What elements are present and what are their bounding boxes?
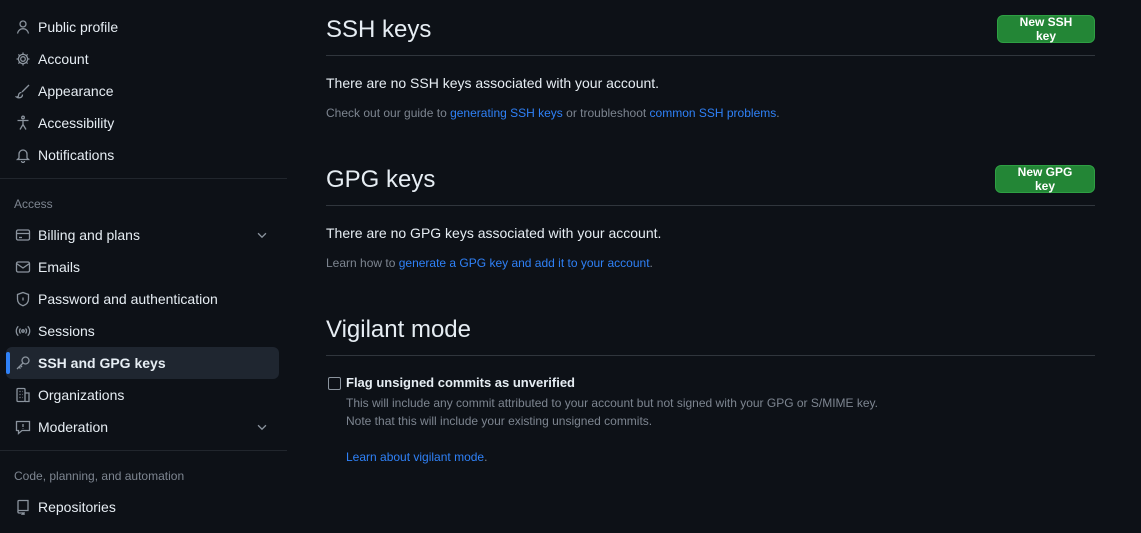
gpg-hint-prefix: Learn how to bbox=[326, 256, 399, 270]
vigilant-mode-title: Vigilant mode bbox=[326, 316, 471, 343]
sidebar-item-sessions[interactable]: Sessions bbox=[6, 315, 279, 347]
sidebar-item-label: Repositories bbox=[38, 499, 116, 515]
sidebar-item-label: SSH and GPG keys bbox=[38, 355, 166, 371]
sidebar-item-password[interactable]: Password and authentication bbox=[6, 283, 279, 315]
sidebar-item-label: Password and authentication bbox=[38, 291, 218, 307]
sidebar-section-code: Code, planning, and automation bbox=[14, 469, 185, 483]
sidebar-item-label: Sessions bbox=[38, 323, 95, 339]
ssh-empty-message: There are no SSH keys associated with yo… bbox=[326, 75, 660, 91]
sidebar-divider bbox=[0, 450, 287, 451]
section-divider bbox=[326, 55, 1095, 56]
sidebar-item-billing[interactable]: Billing and plans bbox=[6, 219, 279, 251]
sidebar-item-notifications[interactable]: Notifications bbox=[6, 139, 279, 171]
shield-lock-icon bbox=[15, 291, 31, 307]
vigilant-learn-more: Learn about vigilant mode. bbox=[346, 450, 487, 464]
sidebar-item-public-profile[interactable]: Public profile bbox=[6, 11, 279, 43]
sidebar-item-label: Moderation bbox=[38, 419, 109, 435]
new-ssh-key-button[interactable]: New SSH key bbox=[997, 15, 1095, 43]
vigilant-note-1: This will include any commit attributed … bbox=[346, 396, 879, 410]
mail-icon bbox=[15, 259, 31, 275]
settings-sidebar: Public profile Account Appearance Access… bbox=[0, 0, 287, 533]
flag-unsigned-label[interactable]: Flag unsigned commits as unverified bbox=[346, 375, 575, 390]
sidebar-item-label: Account bbox=[38, 51, 89, 67]
common-ssh-problems-link[interactable]: common SSH problems bbox=[650, 106, 777, 120]
sidebar-item-label: Appearance bbox=[38, 83, 114, 99]
sidebar-item-label: Public profile bbox=[38, 19, 119, 35]
sidebar-item-label: Notifications bbox=[38, 147, 115, 163]
ssh-hint-suffix: . bbox=[776, 106, 780, 120]
sidebar-item-ssh-gpg-keys[interactable]: SSH and GPG keys bbox=[6, 347, 279, 379]
key-icon bbox=[15, 355, 31, 371]
sidebar-item-moderation[interactable]: Moderation bbox=[6, 411, 279, 443]
learn-vigilant-mode-link[interactable]: Learn about vigilant mode bbox=[346, 450, 484, 464]
section-divider bbox=[326, 205, 1095, 206]
sidebar-divider bbox=[0, 178, 287, 179]
chevron-down-icon[interactable] bbox=[255, 228, 269, 242]
generate-gpg-key-link[interactable]: generate a GPG key and add it to your ac… bbox=[399, 256, 650, 270]
organization-icon bbox=[15, 387, 31, 403]
sidebar-item-label: Billing and plans bbox=[38, 227, 140, 243]
ssh-hint-prefix: Check out our guide to bbox=[326, 106, 451, 120]
sidebar-item-label: Emails bbox=[38, 259, 81, 275]
sidebar-item-appearance[interactable]: Appearance bbox=[6, 75, 279, 107]
ssh-keys-title: SSH keys bbox=[326, 16, 432, 43]
vigilant-note-2: Note that this will include your existin… bbox=[346, 414, 653, 428]
sidebar-item-organizations[interactable]: Organizations bbox=[6, 379, 279, 411]
chevron-down-icon[interactable] bbox=[255, 420, 269, 434]
gpg-keys-title: GPG keys bbox=[326, 166, 436, 193]
main-content: SSH keys New SSH key There are no SSH ke… bbox=[326, 0, 1095, 533]
ssh-help-text: Check out our guide to generating SSH ke… bbox=[326, 106, 780, 120]
accessibility-icon bbox=[15, 115, 31, 131]
sidebar-item-emails[interactable]: Emails bbox=[6, 251, 279, 283]
gpg-help-text: Learn how to generate a GPG key and add … bbox=[326, 256, 653, 270]
flag-unsigned-checkbox[interactable] bbox=[328, 377, 341, 390]
section-divider bbox=[326, 355, 1095, 356]
sidebar-item-account[interactable]: Account bbox=[6, 43, 279, 75]
credit-card-icon bbox=[15, 227, 31, 243]
repo-icon bbox=[15, 499, 31, 515]
sidebar-item-label: Accessibility bbox=[38, 115, 115, 131]
bell-icon bbox=[15, 147, 31, 163]
report-icon bbox=[15, 419, 31, 435]
sidebar-item-repositories[interactable]: Repositories bbox=[6, 491, 279, 523]
sidebar-item-label: Organizations bbox=[38, 387, 125, 403]
gpg-empty-message: There are no GPG keys associated with yo… bbox=[326, 225, 662, 241]
vigilant-learn-suffix: . bbox=[484, 450, 488, 464]
generating-ssh-keys-link[interactable]: generating SSH keys bbox=[450, 106, 563, 120]
sidebar-item-accessibility[interactable]: Accessibility bbox=[6, 107, 279, 139]
person-icon bbox=[15, 19, 31, 35]
gpg-hint-suffix: . bbox=[649, 256, 653, 270]
gear-icon bbox=[15, 51, 31, 67]
paintbrush-icon bbox=[15, 83, 31, 99]
sidebar-section-access: Access bbox=[14, 197, 53, 211]
ssh-hint-mid: or troubleshoot bbox=[562, 106, 650, 120]
new-gpg-key-button[interactable]: New GPG key bbox=[995, 165, 1095, 193]
broadcast-icon bbox=[15, 323, 31, 339]
